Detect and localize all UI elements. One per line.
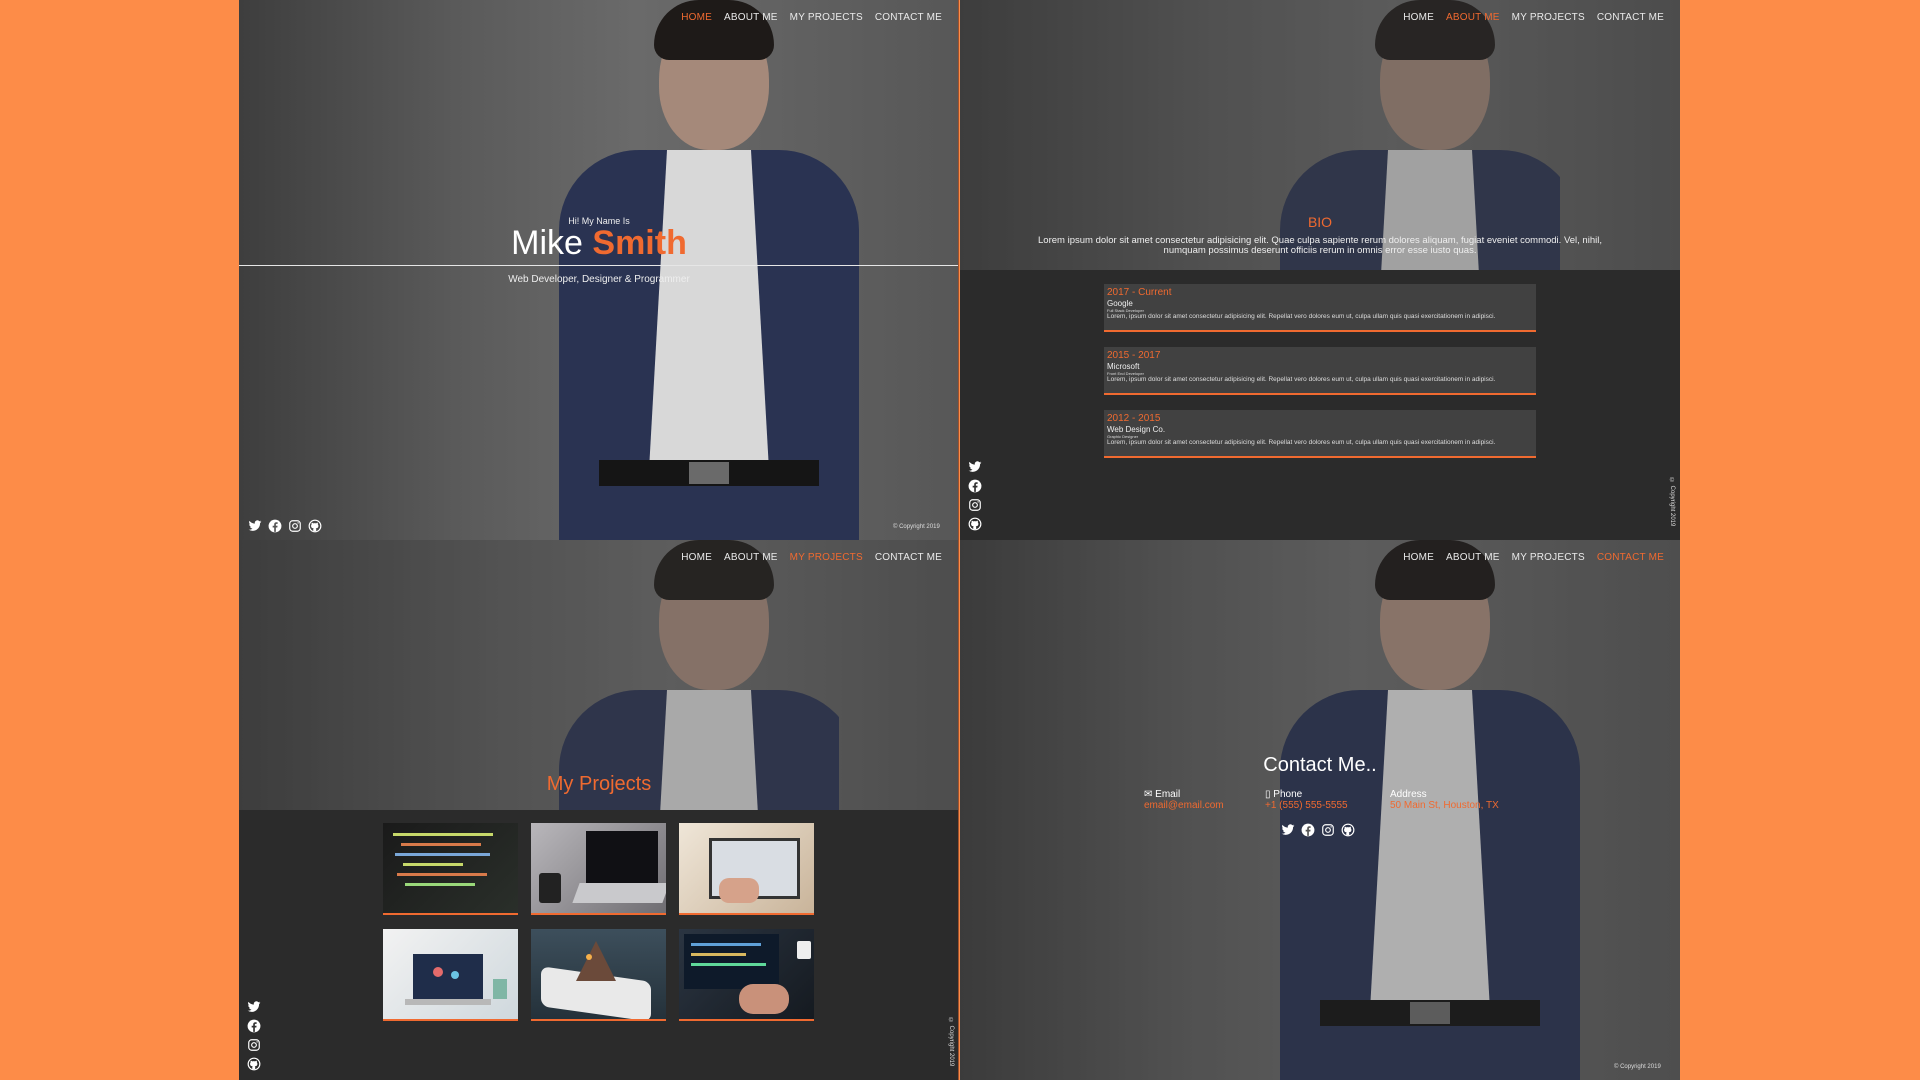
job-card: 2012 - 2015 Web Design Co. Graphic Desig… (1104, 410, 1536, 458)
contact-phone: ▯ Phone +1 (555) 555-5555 (1265, 789, 1348, 812)
address-label: Address (1390, 789, 1427, 800)
job-company: Microsoft (1107, 362, 1140, 371)
email-value[interactable]: email@email.com (1144, 800, 1224, 812)
nav-about[interactable]: ABOUT ME (1446, 552, 1500, 563)
nav-home[interactable]: HOME (1403, 552, 1434, 563)
contact-address: Address 50 Main St, Houston, TX (1390, 789, 1499, 811)
facebook-icon[interactable] (268, 519, 282, 533)
nav-about[interactable]: ABOUT ME (724, 552, 778, 563)
job-card: 2015 - 2017 Microsoft Front End Develope… (1104, 347, 1536, 395)
github-icon[interactable] (247, 1057, 261, 1071)
nav-contact[interactable]: CONTACT ME (1597, 552, 1664, 563)
hero-portrait (539, 0, 859, 540)
social-links (968, 460, 982, 531)
project-thumbnail[interactable] (531, 929, 666, 1021)
phone-label: Phone (1273, 789, 1303, 800)
contact-panel: HOME ABOUT ME MY PROJECTS CONTACT ME Con… (960, 540, 1680, 1080)
nav-contact[interactable]: CONTACT ME (875, 552, 942, 563)
last-name: Smith (592, 224, 687, 262)
address-value: 50 Main St, Houston, TX (1390, 799, 1499, 811)
instagram-icon[interactable] (288, 519, 302, 533)
job-description: Lorem, ipsum dolor sit amet consectetur … (1107, 439, 1496, 446)
main-nav: HOME ABOUT ME MY PROJECTS CONTACT ME (1403, 12, 1664, 23)
projects-panel: HOME ABOUT ME MY PROJECTS CONTACT ME My … (239, 540, 959, 1080)
job-years: 2017 - Current (1107, 287, 1172, 298)
github-icon[interactable] (308, 519, 322, 533)
copyright: © Copyright 2019 (948, 1018, 954, 1067)
instagram-icon[interactable] (1321, 823, 1335, 837)
project-thumbnail[interactable] (679, 929, 814, 1021)
twitter-icon[interactable] (248, 519, 262, 533)
project-thumbnail[interactable] (531, 823, 666, 915)
hero-divider (239, 265, 958, 266)
projects-title: My Projects (546, 773, 652, 795)
facebook-icon[interactable] (968, 479, 982, 493)
github-icon[interactable] (968, 517, 982, 531)
phone-icon: ▯ (1265, 789, 1271, 800)
nav-contact[interactable]: CONTACT ME (1597, 12, 1664, 23)
first-name: Mike (511, 224, 583, 262)
envelope-icon: ✉ (1144, 789, 1153, 800)
nav-projects[interactable]: MY PROJECTS (790, 552, 863, 563)
nav-contact[interactable]: CONTACT ME (875, 12, 942, 23)
copyright: © Copyright 2019 (1669, 478, 1675, 527)
phone-value[interactable]: +1 (555) 555-5555 (1265, 800, 1348, 812)
nav-projects[interactable]: MY PROJECTS (790, 12, 863, 23)
job-description: Lorem, ipsum dolor sit amet consectetur … (1107, 376, 1496, 383)
nav-projects[interactable]: MY PROJECTS (1512, 12, 1585, 23)
nav-about[interactable]: ABOUT ME (1446, 12, 1500, 23)
twitter-icon[interactable] (968, 460, 982, 474)
contact-email: ✉ Email email@email.com (1144, 789, 1224, 812)
github-icon[interactable] (1341, 823, 1355, 837)
about-panel: HOME ABOUT ME MY PROJECTS CONTACT ME BIO… (960, 0, 1680, 540)
copyright: © Copyright 2019 (893, 524, 940, 530)
nav-about[interactable]: ABOUT ME (724, 12, 778, 23)
facebook-icon[interactable] (1301, 823, 1315, 837)
job-company: Web Design Co. (1107, 425, 1166, 434)
twitter-icon[interactable] (247, 1000, 261, 1014)
project-thumbnail[interactable] (383, 823, 518, 915)
nav-projects[interactable]: MY PROJECTS (1512, 552, 1585, 563)
nav-home[interactable]: HOME (1403, 12, 1434, 23)
twitter-icon[interactable] (1281, 823, 1295, 837)
job-years: 2012 - 2015 (1107, 413, 1161, 424)
tagline: Web Developer, Designer & Programmer (508, 274, 690, 285)
bio-title: BIO (1307, 214, 1333, 230)
facebook-icon[interactable] (247, 1019, 261, 1033)
project-thumbnail[interactable] (383, 929, 518, 1021)
email-label: Email (1155, 789, 1181, 800)
main-nav: HOME ABOUT ME MY PROJECTS CONTACT ME (681, 12, 942, 23)
social-links (248, 519, 322, 533)
contact-title: Contact Me.. (1263, 754, 1377, 776)
job-years: 2015 - 2017 (1107, 350, 1161, 361)
nav-home[interactable]: HOME (681, 552, 712, 563)
hero-name: Mike Smith (239, 224, 958, 263)
main-nav: HOME ABOUT ME MY PROJECTS CONTACT ME (681, 552, 942, 563)
copyright: © Copyright 2019 (1614, 1064, 1661, 1070)
nav-home[interactable]: HOME (681, 12, 712, 23)
portfolio-collage: HOME ABOUT ME MY PROJECTS CONTACT ME Hi!… (239, 0, 1681, 1080)
social-links (1281, 823, 1355, 837)
instagram-icon[interactable] (968, 498, 982, 512)
instagram-icon[interactable] (247, 1038, 261, 1052)
job-company: Google (1107, 299, 1133, 308)
job-description: Lorem, ipsum dolor sit amet consectetur … (1107, 313, 1496, 320)
social-links (247, 1000, 261, 1071)
main-nav: HOME ABOUT ME MY PROJECTS CONTACT ME (1403, 552, 1664, 563)
bio-text: Lorem ipsum dolor sit amet consectetur a… (1038, 235, 1602, 257)
project-thumbnail[interactable] (679, 823, 814, 915)
home-panel: HOME ABOUT ME MY PROJECTS CONTACT ME Hi!… (239, 0, 959, 540)
job-card: 2017 - Current Google Full Stack Develop… (1104, 284, 1536, 332)
